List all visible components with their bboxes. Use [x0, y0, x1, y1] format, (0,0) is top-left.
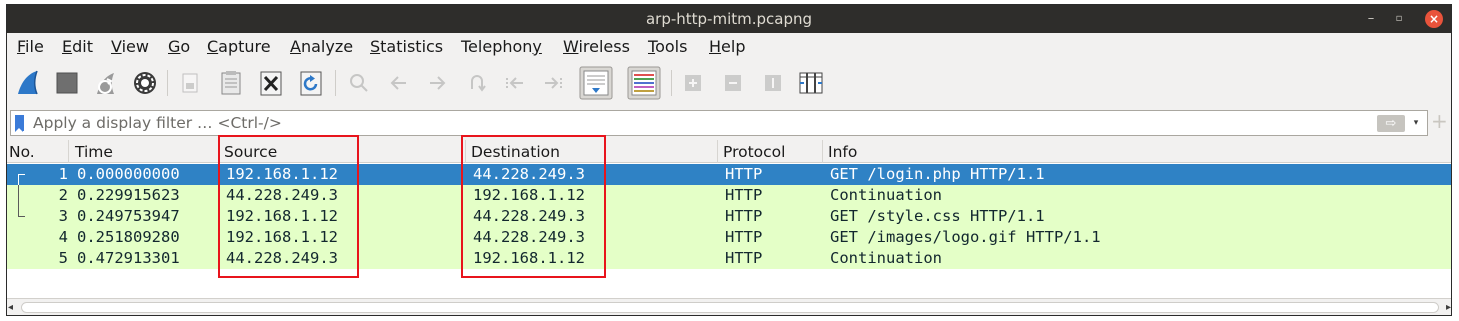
menu-view[interactable]: View [111, 37, 149, 56]
packet-number: 4 [58, 228, 68, 246]
go-forward-icon[interactable] [423, 69, 451, 97]
go-back-icon[interactable] [385, 69, 413, 97]
chevron-down-icon[interactable]: ▾ [1409, 115, 1423, 132]
zoom-in-icon[interactable] [679, 69, 707, 97]
packet-time: 0.249753947 [77, 207, 180, 225]
packet-protocol: HTTP [725, 207, 763, 225]
packet-protocol: HTTP [725, 186, 763, 204]
display-filter-input[interactable]: Apply a display filter … <Ctrl-/> ⇨ ▾ [10, 110, 1428, 136]
maximize-button[interactable]: ▫ [1389, 9, 1409, 29]
open-file-icon[interactable] [177, 69, 205, 97]
auto-scroll-icon[interactable] [579, 66, 613, 100]
zoom-out-icon[interactable] [719, 69, 747, 97]
menu-wireless[interactable]: Wireless [563, 37, 630, 56]
menu-capture[interactable]: Capture [207, 37, 271, 56]
bookmark-icon[interactable] [15, 115, 24, 132]
scrollbar-track[interactable] [21, 302, 1439, 313]
packet-info: Continuation [830, 249, 942, 267]
apply-filter-button[interactable]: ⇨ [1377, 115, 1405, 132]
packet-time: 0.251809280 [77, 228, 180, 246]
first-packet-icon[interactable] [501, 69, 529, 97]
save-file-icon[interactable] [217, 69, 245, 97]
packet-protocol: HTTP [725, 165, 763, 183]
packet-number: 1 [58, 165, 68, 183]
packet-protocol: HTTP [725, 228, 763, 246]
normal-size-icon[interactable] [759, 69, 787, 97]
packet-protocol: HTTP [725, 249, 763, 267]
menu-tools[interactable]: Tools [648, 37, 687, 56]
packet-info: GET /style.css HTTP/1.1 [830, 207, 1045, 225]
restart-capture-icon[interactable] [93, 69, 121, 97]
horizontal-scrollbar[interactable]: ◂ ▸ [7, 298, 1451, 315]
packet-number: 5 [58, 249, 68, 267]
menu-help[interactable]: Help [709, 37, 745, 56]
title-bar[interactable]: arp-http-mitm.pcapng – ▫ × [7, 5, 1451, 33]
packet-time: 0.000000000 [77, 165, 180, 183]
packet-info: GET /images/logo.gif HTTP/1.1 [830, 228, 1101, 246]
display-filter-bar: Apply a display filter … <Ctrl-/> ⇨ ▾ + [7, 107, 1451, 137]
source-column-highlight [218, 135, 359, 278]
column-header-no[interactable]: No. [9, 143, 35, 161]
resize-columns-icon[interactable] [797, 69, 825, 97]
packet-number: 2 [58, 186, 68, 204]
scroll-right-icon[interactable]: ▸ [1446, 302, 1451, 313]
packet-number: 3 [58, 207, 68, 225]
column-header-time[interactable]: Time [75, 143, 113, 161]
menu-statistics[interactable]: Statistics [370, 37, 443, 56]
reload-file-icon[interactable] [297, 69, 325, 97]
column-header-protocol[interactable]: Protocol [723, 143, 785, 161]
close-file-icon[interactable] [257, 69, 285, 97]
menu-go[interactable]: Go [168, 37, 190, 56]
menu-bar: File Edit View Go Capture Analyze Statis… [7, 33, 1451, 59]
colorize-icon[interactable] [627, 66, 661, 100]
packet-info: Continuation [830, 186, 942, 204]
menu-edit[interactable]: Edit [62, 37, 93, 56]
add-filter-button[interactable]: + [1431, 110, 1448, 134]
main-toolbar [7, 60, 1451, 106]
minimize-button[interactable]: – [1361, 9, 1381, 29]
close-button[interactable]: × [1425, 10, 1443, 28]
column-header-info[interactable]: Info [828, 143, 857, 161]
packet-time: 0.229915623 [77, 186, 180, 204]
menu-analyze[interactable]: Analyze [290, 37, 353, 56]
filter-placeholder: Apply a display filter … <Ctrl-/> [33, 114, 282, 132]
last-packet-icon[interactable] [539, 69, 567, 97]
capture-options-icon[interactable] [131, 69, 159, 97]
menu-file[interactable]: File [17, 37, 44, 56]
find-packet-icon[interactable] [345, 69, 373, 97]
destination-column-highlight [461, 135, 606, 278]
start-capture-icon[interactable] [15, 69, 43, 97]
go-to-packet-icon[interactable] [463, 69, 491, 97]
packet-info: GET /login.php HTTP/1.1 [830, 165, 1045, 183]
stop-capture-icon[interactable] [53, 69, 81, 97]
scroll-left-icon[interactable]: ◂ [8, 302, 13, 313]
menu-telephony[interactable]: Telephony [461, 37, 542, 56]
packet-time: 0.472913301 [77, 249, 180, 267]
window-title: arp-http-mitm.pcapng [645, 10, 813, 28]
